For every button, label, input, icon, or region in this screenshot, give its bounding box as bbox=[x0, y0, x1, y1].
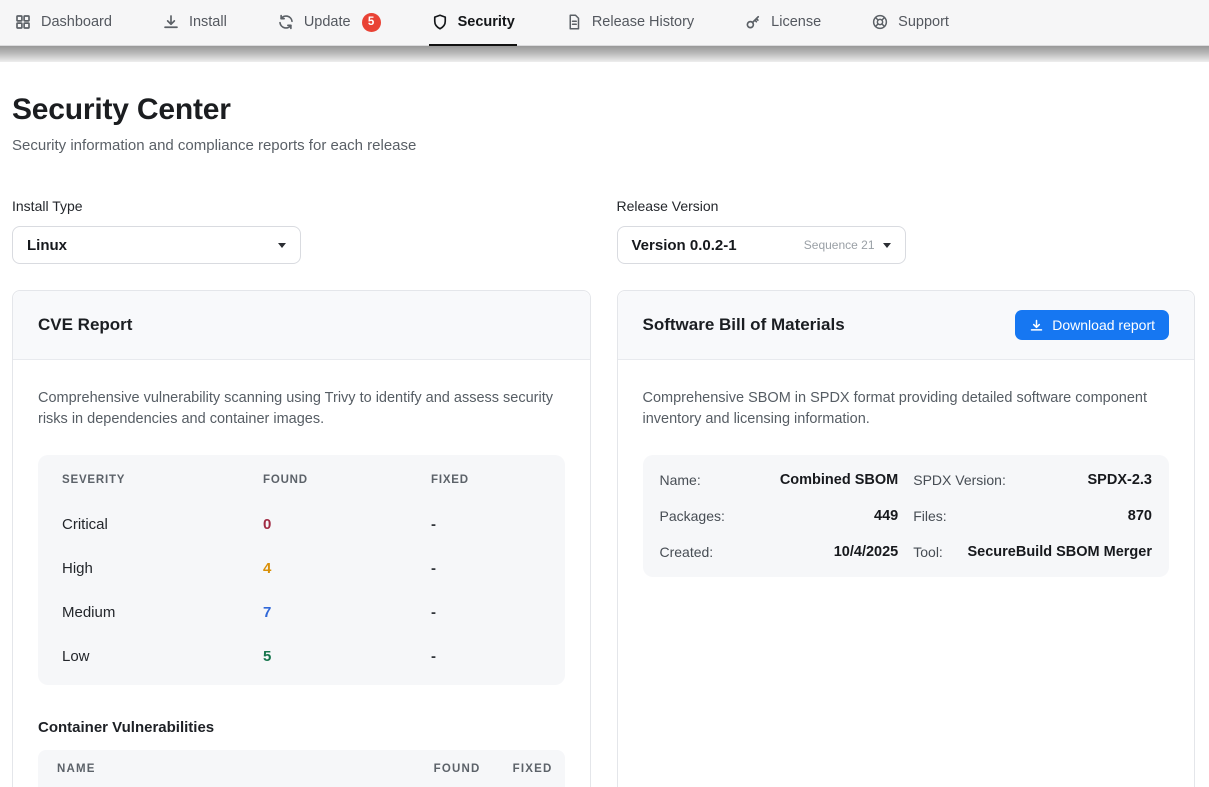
nav-label: Install bbox=[189, 14, 227, 30]
nav-shadow-band bbox=[0, 46, 1209, 62]
release-version-select[interactable]: Version 0.0.2-1 Sequence 21 bbox=[617, 226, 906, 264]
severity-name: Critical bbox=[62, 516, 263, 533]
install-type-field: Install Type Linux bbox=[12, 198, 591, 264]
nav-label: Release History bbox=[592, 14, 694, 30]
col-found: FOUND bbox=[389, 763, 481, 775]
table-row: Low 5 - bbox=[38, 634, 565, 678]
col-fixed: FIXED bbox=[481, 763, 553, 775]
key-icon bbox=[744, 13, 762, 31]
release-version-field: Release Version Version 0.0.2-1 Sequence… bbox=[617, 198, 1196, 264]
info-label: Name: bbox=[660, 472, 701, 488]
info-value: SecureBuild SBOM Merger bbox=[967, 544, 1152, 560]
sbom-info-item: SPDX Version: SPDX-2.3 bbox=[913, 462, 1152, 498]
severity-name: Medium bbox=[62, 604, 263, 621]
found-count: 7 bbox=[263, 604, 431, 621]
info-label: Tool: bbox=[913, 544, 943, 560]
cve-card-title: CVE Report bbox=[38, 315, 132, 335]
info-label: Created: bbox=[660, 544, 714, 560]
nav-item-release-history[interactable]: Release History bbox=[563, 0, 696, 46]
info-value: Combined SBOM bbox=[780, 472, 898, 488]
info-value: 870 bbox=[1128, 508, 1152, 524]
table-row: Critical 0 - bbox=[38, 502, 565, 546]
sbom-info-panel: Name: Combined SBOM SPDX Version: SPDX-2… bbox=[643, 455, 1170, 577]
fixed-count: - bbox=[431, 516, 541, 533]
filters-row: Install Type Linux Release Version Versi… bbox=[12, 198, 1195, 264]
nav-label: Support bbox=[898, 14, 949, 30]
nav-item-install[interactable]: Install bbox=[160, 0, 229, 46]
severity-name: Low bbox=[62, 648, 263, 665]
fixed-count: - bbox=[431, 648, 541, 665]
severity-name: High bbox=[62, 560, 263, 577]
col-name: NAME bbox=[57, 763, 389, 775]
info-value: SPDX-2.3 bbox=[1088, 472, 1152, 488]
sbom-info-item: Tool: SecureBuild SBOM Merger bbox=[913, 534, 1152, 570]
table-row: High 4 - bbox=[38, 546, 565, 590]
severity-table-header: SEVERITY FOUND FIXED bbox=[38, 458, 565, 502]
info-label: SPDX Version: bbox=[913, 472, 1006, 488]
sbom-card: Software Bill of Materials Download repo… bbox=[617, 290, 1196, 787]
sbom-info-item: Name: Combined SBOM bbox=[660, 462, 899, 498]
col-severity: SEVERITY bbox=[62, 474, 263, 486]
nav-item-update[interactable]: Update 5 bbox=[275, 0, 383, 46]
info-label: Packages: bbox=[660, 508, 725, 524]
found-count: 5 bbox=[263, 648, 431, 665]
sbom-card-header: Software Bill of Materials Download repo… bbox=[618, 291, 1195, 360]
found-count: 0 bbox=[263, 516, 431, 533]
info-label: Files: bbox=[913, 508, 946, 524]
shield-icon bbox=[431, 13, 449, 31]
release-sequence-text: Sequence 21 bbox=[804, 238, 875, 252]
nav-item-security[interactable]: Security bbox=[429, 0, 517, 46]
page-content: Security Center Security information and… bbox=[0, 93, 1209, 787]
install-type-label: Install Type bbox=[12, 198, 591, 214]
sbom-description: Comprehensive SBOM in SPDX format provid… bbox=[643, 388, 1170, 430]
container-vulnerabilities-title: Container Vulnerabilities bbox=[38, 719, 565, 736]
col-fixed: FIXED bbox=[431, 474, 541, 486]
nav-label: License bbox=[771, 14, 821, 30]
download-icon bbox=[1029, 318, 1044, 333]
update-count-badge: 5 bbox=[362, 13, 381, 32]
cve-card-body: Comprehensive vulnerability scanning usi… bbox=[13, 360, 590, 787]
found-count: 4 bbox=[263, 560, 431, 577]
sbom-card-body: Comprehensive SBOM in SPDX format provid… bbox=[618, 360, 1195, 605]
fixed-count: - bbox=[431, 604, 541, 621]
cve-report-card: CVE Report Comprehensive vulnerability s… bbox=[12, 290, 591, 787]
chevron-down-icon bbox=[883, 243, 891, 248]
top-navigation: Dashboard Install Update 5 Security Rele… bbox=[0, 0, 1209, 46]
install-type-value: Linux bbox=[27, 237, 67, 254]
nav-item-support[interactable]: Support bbox=[869, 0, 951, 46]
cards-row: CVE Report Comprehensive vulnerability s… bbox=[12, 290, 1195, 787]
download-report-label: Download report bbox=[1052, 317, 1155, 333]
sbom-info-item: Created: 10/4/2025 bbox=[660, 534, 899, 570]
nav-item-dashboard[interactable]: Dashboard bbox=[12, 0, 114, 46]
container-vulnerabilities-table-header: NAME FOUND FIXED bbox=[38, 750, 565, 787]
cve-description: Comprehensive vulnerability scanning usi… bbox=[38, 388, 565, 430]
release-version-label: Release Version bbox=[617, 198, 1196, 214]
page-title: Security Center bbox=[12, 93, 1195, 127]
download-report-button[interactable]: Download report bbox=[1015, 310, 1169, 340]
chevron-down-icon bbox=[278, 243, 286, 248]
nav-item-license[interactable]: License bbox=[742, 0, 823, 46]
info-value: 10/4/2025 bbox=[834, 544, 899, 560]
sbom-card-title: Software Bill of Materials bbox=[643, 315, 845, 335]
fixed-count: - bbox=[431, 560, 541, 577]
nav-label: Dashboard bbox=[41, 14, 112, 30]
severity-table: SEVERITY FOUND FIXED Critical 0 - High 4… bbox=[38, 455, 565, 685]
install-type-select[interactable]: Linux bbox=[12, 226, 301, 264]
cve-card-header: CVE Report bbox=[13, 291, 590, 360]
col-found: FOUND bbox=[263, 474, 431, 486]
table-row: Medium 7 - bbox=[38, 590, 565, 634]
release-version-value: Version 0.0.2-1 bbox=[632, 237, 737, 254]
nav-label: Security bbox=[458, 14, 515, 30]
sbom-info-item: Files: 870 bbox=[913, 498, 1152, 534]
info-value: 449 bbox=[874, 508, 898, 524]
dashboard-grid-icon bbox=[14, 13, 32, 31]
nav-label: Update bbox=[304, 14, 351, 30]
sbom-info-item: Packages: 449 bbox=[660, 498, 899, 534]
lifebuoy-icon bbox=[871, 13, 889, 31]
document-icon bbox=[565, 13, 583, 31]
download-icon bbox=[162, 13, 180, 31]
page-subtitle: Security information and compliance repo… bbox=[12, 137, 1195, 154]
refresh-icon bbox=[277, 13, 295, 31]
